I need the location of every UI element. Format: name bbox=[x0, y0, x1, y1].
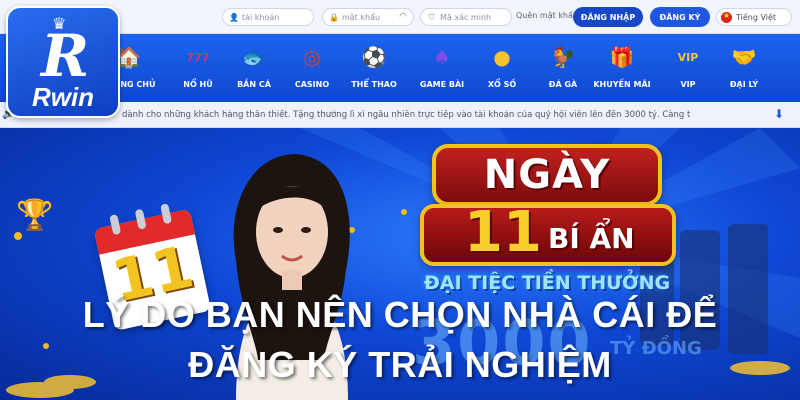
eye-slash-icon[interactable]: ◠ bbox=[399, 12, 407, 22]
nav-item-đại-lý[interactable]: 🤝 ĐẠI LÝ bbox=[707, 38, 781, 98]
sign-day-label: NGÀY bbox=[483, 152, 611, 198]
user-icon: 👤 bbox=[229, 12, 239, 22]
password-placeholder: mật khẩu bbox=[342, 12, 381, 22]
sign-number: 11 bbox=[464, 200, 542, 265]
shield-check-icon: ⛉ bbox=[428, 12, 435, 22]
vip-icon: VIP bbox=[677, 50, 699, 64]
announcement-text: dành cho những khách hàng thân thiết. Tặ… bbox=[122, 110, 691, 120]
language-select[interactable]: Tiếng Việt bbox=[716, 8, 792, 26]
roulette-icon: ◎ bbox=[303, 45, 321, 69]
banner-subtitle: ĐẠI TIỆC TIỀN THƯỞNG bbox=[423, 272, 671, 294]
sign-mystery-label: BÍ ẨN bbox=[548, 222, 635, 255]
language-label: Tiếng Việt bbox=[736, 12, 777, 22]
logo-brand: Rwin bbox=[31, 82, 95, 112]
headline-line-1: LÝ DO BẠN NÊN CHỌN NHÀ CÁI ĐỂ bbox=[82, 294, 718, 335]
site-logo[interactable]: ♛ R Rwin bbox=[6, 6, 120, 118]
password-input[interactable]: 🔒 mật khẩu ◠ bbox=[322, 8, 414, 26]
logo-letter: R bbox=[41, 22, 90, 90]
page: 👤 tài khoản 🔒 mật khẩu ◠ ⛉ Mã xác minh Q… bbox=[0, 0, 800, 400]
nav-item-label: THỂ THAO bbox=[351, 80, 397, 89]
captcha-input[interactable]: ⛉ Mã xác minh bbox=[420, 8, 512, 26]
nav-item-label: KHUYẾN MÃI bbox=[593, 80, 651, 89]
lock-icon: 🔒 bbox=[329, 12, 339, 22]
trophy-icon: 🏆 bbox=[16, 198, 54, 233]
nav-item-label: ĐẠI LÝ bbox=[729, 80, 759, 89]
download-icon[interactable]: ⬇ bbox=[772, 107, 786, 123]
username-input[interactable]: 👤 tài khoản bbox=[222, 8, 314, 26]
cards-icon: ♠ bbox=[433, 45, 451, 69]
announcement-bar: 🔊 dành cho những khách hàng thân thiết. … bbox=[0, 102, 800, 128]
register-button[interactable]: ĐĂNG KÝ bbox=[650, 7, 710, 27]
event-sign: NGÀY 11 BÍ ẨN bbox=[420, 144, 676, 266]
username-placeholder: tài khoản bbox=[242, 12, 280, 22]
login-button[interactable]: ĐĂNG NHẬP bbox=[573, 7, 643, 27]
rooster-icon: 🐓 bbox=[550, 45, 576, 69]
headline-line-2: ĐĂNG KÝ TRẢI NGHIỆM bbox=[188, 344, 612, 385]
fish-icon: 🐟 bbox=[241, 45, 267, 69]
agent-icon: 🤝 bbox=[731, 45, 757, 69]
login-bar: 👤 tài khoản 🔒 mật khẩu ◠ ⛉ Mã xác minh Q… bbox=[0, 0, 800, 34]
vietnam-flag-icon bbox=[721, 11, 732, 23]
nav-item-khuyến-mãi[interactable]: 🎁 KHUYẾN MÃI bbox=[585, 38, 659, 98]
gift-icon: 🎁 bbox=[609, 45, 635, 69]
nav-item-thể-thao[interactable]: ⚽ THỂ THAO bbox=[337, 38, 411, 98]
forgot-password-link[interactable]: Quên mật khẩu bbox=[516, 11, 578, 20]
main-nav: 🏠 TRANG CHỦ 777 NỔ HŨ 🐟 BẮN CÁ ◎ CASINO ⚽ THỂ THA… bbox=[0, 34, 800, 102]
captcha-placeholder: Mã xác minh bbox=[440, 12, 492, 22]
jackpot-icon: 777 bbox=[186, 50, 210, 64]
soccer-ball-icon: ⚽ bbox=[361, 45, 387, 69]
lottery-icon: ● bbox=[493, 45, 511, 69]
